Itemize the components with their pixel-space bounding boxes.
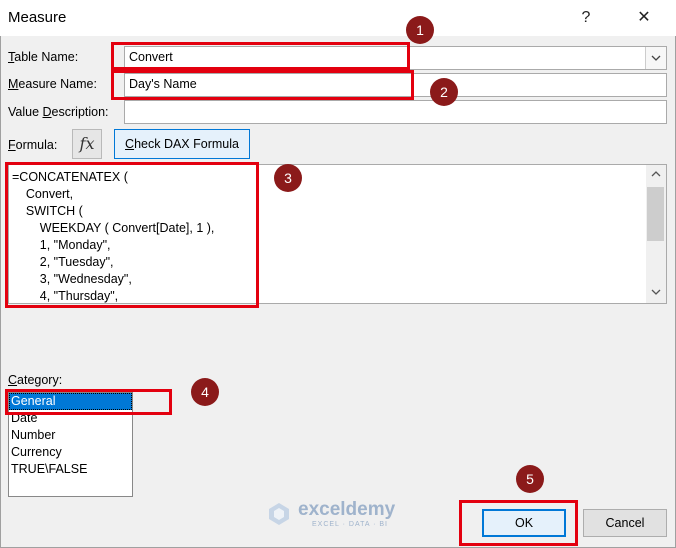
table-name-label: Table Name: [8, 50, 79, 64]
check-dax-formula-label: Check DAX Formula [125, 137, 239, 151]
chevron-down-icon [651, 55, 661, 61]
highlight-box-ok [459, 500, 578, 546]
help-button[interactable]: ? [574, 6, 598, 30]
cancel-button[interactable]: Cancel [583, 509, 667, 537]
table-name-dropdown-button[interactable] [645, 47, 666, 69]
category-item-number[interactable]: Number [9, 427, 132, 444]
scroll-down-arrow-icon [651, 289, 661, 295]
fx-icon: fx [79, 134, 95, 153]
watermark-brand: exceldemy [298, 499, 396, 520]
measure-name-label: Measure Name: [8, 77, 97, 91]
step-badge-3: 3 [274, 164, 302, 192]
highlight-box-formula [5, 162, 259, 308]
exceldemy-logo-icon [269, 503, 289, 525]
step-badge-4: 4 [191, 378, 219, 406]
category-item-true-false[interactable]: TRUE\FALSE [9, 461, 132, 478]
exceldemy-watermark: exceldemy EXCEL · DATA · BI [266, 499, 416, 531]
step-badge-2: 2 [430, 78, 458, 106]
formula-label: Formula: [8, 138, 58, 152]
check-dax-formula-button[interactable]: Check DAX Formula [114, 129, 250, 159]
fx-insert-function-button[interactable]: fx [72, 129, 102, 159]
value-description-input[interactable] [124, 100, 667, 124]
scroll-up-arrow-icon [651, 171, 661, 177]
dialog-title: Measure [8, 9, 67, 26]
highlight-box-measure-name [111, 70, 414, 100]
table-name-label-rest: able Name: [14, 50, 79, 64]
category-label: Category: [8, 373, 63, 387]
close-button[interactable]: ✕ [632, 6, 656, 30]
watermark-tagline: EXCEL · DATA · BI [312, 521, 388, 528]
value-description-label: Value Description: [8, 105, 109, 119]
category-item-currency[interactable]: Currency [9, 444, 132, 461]
step-badge-1: 1 [406, 16, 434, 44]
highlight-box-table-name [111, 42, 410, 70]
step-badge-5: 5 [516, 465, 544, 493]
scroll-thumb[interactable] [647, 187, 664, 241]
highlight-box-category [5, 389, 172, 415]
formula-scrollbar[interactable] [646, 165, 666, 303]
